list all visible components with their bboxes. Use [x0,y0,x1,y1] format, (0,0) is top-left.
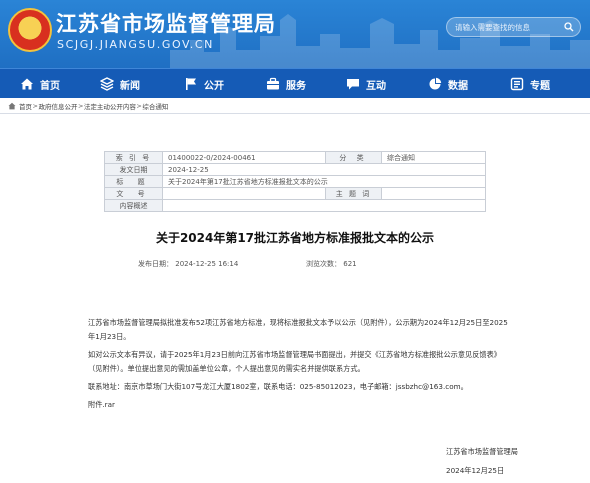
news-icon [100,77,114,91]
docno-value [162,187,326,200]
article-paragraph: 江苏省市场监督管理局拟批准发布52项江苏省地方标准，现将标准报批文本予以公示（见… [88,318,508,341]
nav-label: 服务 [286,80,306,92]
category-value: 综合通知 [381,151,486,164]
nav-label: 首页 [40,80,60,92]
pie-chart-icon [428,77,442,91]
breadcrumb-separator: > [32,101,38,110]
nav-label: 互动 [366,80,386,92]
publish-date-label: 发布日期： [138,260,173,268]
article-paragraph: 如对公示文本有异议，请于2025年1月23日前向江苏省市场监督管理局书面提出，并… [88,350,501,373]
publish-date-value: 2024-12-25 16:14 [175,260,239,268]
search-input[interactable] [455,20,561,35]
nav-item-interact[interactable]: 互动 [346,69,386,99]
site-title[interactable]: 江苏省市场监督管理局 [56,8,276,38]
nav-label: 数据 [448,80,468,92]
date-value: 2024-12-25 [162,163,486,176]
title-label: 标 题 [104,175,163,188]
breadcrumb: 首页 > 政府信息公开 > 法定主动公开内容 > 综合通知 [0,98,590,114]
subject-label: 主 题 词 [325,187,382,200]
nav-label: 新闻 [120,80,140,92]
site-header: ★ 江苏省市场监督管理局 SCJGJ.JIANGSU.GOV.CN [0,0,590,68]
breadcrumb-link-notice[interactable]: 综合通知 [142,101,168,111]
date-label: 发文日期 [104,163,163,176]
publish-date: 发布日期： 2024-12-25 16:14 [138,259,238,269]
nav-item-home[interactable]: 首页 [20,69,60,99]
view-count-value: 621 [343,260,357,268]
breadcrumb-link-home[interactable]: 首页 [19,101,32,111]
document-meta-table: 索 引 号 01400022-0/2024-00461 分 类 综合通知 发文日… [104,151,486,212]
index-value: 01400022-0/2024-00461 [162,151,326,164]
index-label: 索 引 号 [104,151,163,164]
search-box [446,17,581,37]
breadcrumb-link-gov-info[interactable]: 政府信息公开 [38,101,77,111]
nav-item-data[interactable]: 数据 [428,69,468,99]
nav-item-public[interactable]: 公开 [184,69,224,99]
attachment-link[interactable]: 附件.rar [88,400,115,409]
subject-value [381,187,486,200]
docno-label: 文 号 [104,187,163,200]
breadcrumb-separator: > [136,101,142,110]
nav-item-service[interactable]: 服务 [266,69,306,99]
article-title: 关于2024年第17批江苏省地方标准报批文本的公示 [155,231,435,245]
service-icon [266,77,280,91]
view-count-label: 浏览次数： [306,260,341,268]
nav-item-topic[interactable]: 专题 [510,69,550,99]
nav-item-news[interactable]: 新闻 [100,69,140,99]
search-icon[interactable] [564,22,574,32]
breadcrumb-separator: > [77,101,84,110]
title-value: 关于2024年第17批江苏省地方标准报批文本的公示 [162,175,486,188]
signature-org: 江苏省市场监督管理局 [446,447,518,456]
nav-label: 专题 [530,80,550,92]
summary-value [162,199,486,212]
article-paragraph: 联系地址：南京市草场门大街107号龙江大厦1802室，联系电话：025-8501… [88,382,468,391]
site-domain: SCJGJ.JIANGSU.GOV.CN [57,38,214,51]
main-nav: 首页 新闻 公开 服务 互动 数据 专题 [0,68,590,98]
chat-icon [346,77,360,91]
signature-date: 2024年12月25日 [446,466,505,475]
summary-label: 内容概述 [104,199,163,212]
home-icon [8,102,16,109]
view-count: 浏览次数： 621 [306,259,357,269]
article-body: 江苏省市场监督管理局拟批准发布52项江苏省地方标准，现将标准报批文本予以公示（见… [88,316,508,416]
nav-label: 公开 [204,80,224,92]
category-label: 分 类 [325,151,382,164]
topic-icon [510,77,524,91]
home-icon [20,77,34,91]
breadcrumb-link-statutory[interactable]: 法定主动公开内容 [84,101,136,111]
flag-icon [184,77,198,91]
national-emblem-logo[interactable]: ★ [8,8,52,52]
